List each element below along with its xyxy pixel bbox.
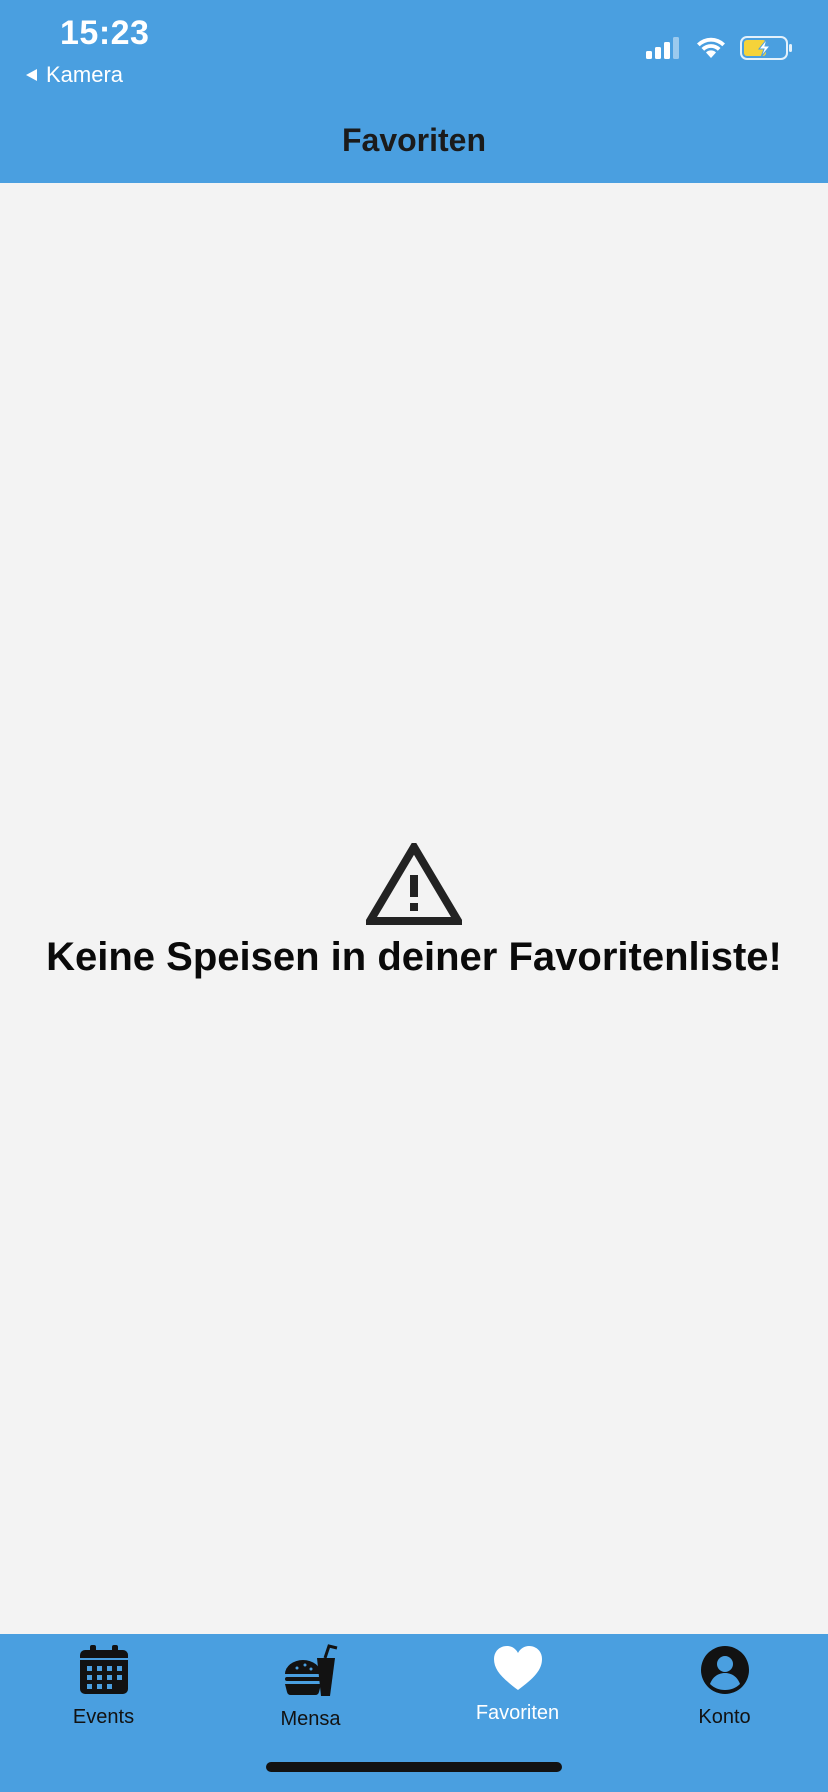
account-icon (700, 1646, 749, 1694)
tab-label: Events (72, 1706, 135, 1728)
back-app-label: Kamera (46, 62, 124, 87)
empty-state: Keine Speisen in deiner Favoritenliste! (0, 843, 828, 980)
calendar-icon (79, 1645, 128, 1694)
tab-konto[interactable]: Konto (621, 1644, 828, 1744)
tab-events[interactable]: Events (0, 1644, 207, 1744)
heart-icon (493, 1646, 542, 1690)
back-arrow-icon (26, 69, 37, 81)
battery-charging-icon (740, 36, 792, 60)
back-to-app-link[interactable]: Kamera (24, 62, 123, 88)
tab-label: Favoriten (475, 1702, 560, 1724)
app-header: 15:23 Kamera Favoriten (0, 0, 828, 183)
empty-state-message: Keine Speisen in deiner Favoritenliste! (46, 935, 782, 979)
status-icons (646, 36, 794, 60)
status-time: 15:23 (60, 14, 150, 52)
tab-label: Mensa (280, 1708, 341, 1730)
tab-favoriten[interactable]: Favoriten (414, 1644, 621, 1744)
food-icon (284, 1644, 337, 1696)
warning-icon (366, 843, 462, 925)
page-title: Favoriten (341, 122, 487, 158)
signal-icon (646, 37, 679, 59)
home-indicator[interactable] (266, 1762, 562, 1772)
tab-label: Konto (698, 1706, 751, 1728)
tab-mensa[interactable]: Mensa (207, 1644, 414, 1744)
wifi-icon (697, 37, 725, 58)
favorites-content: Keine Speisen in deiner Favoritenliste! (0, 183, 828, 1634)
